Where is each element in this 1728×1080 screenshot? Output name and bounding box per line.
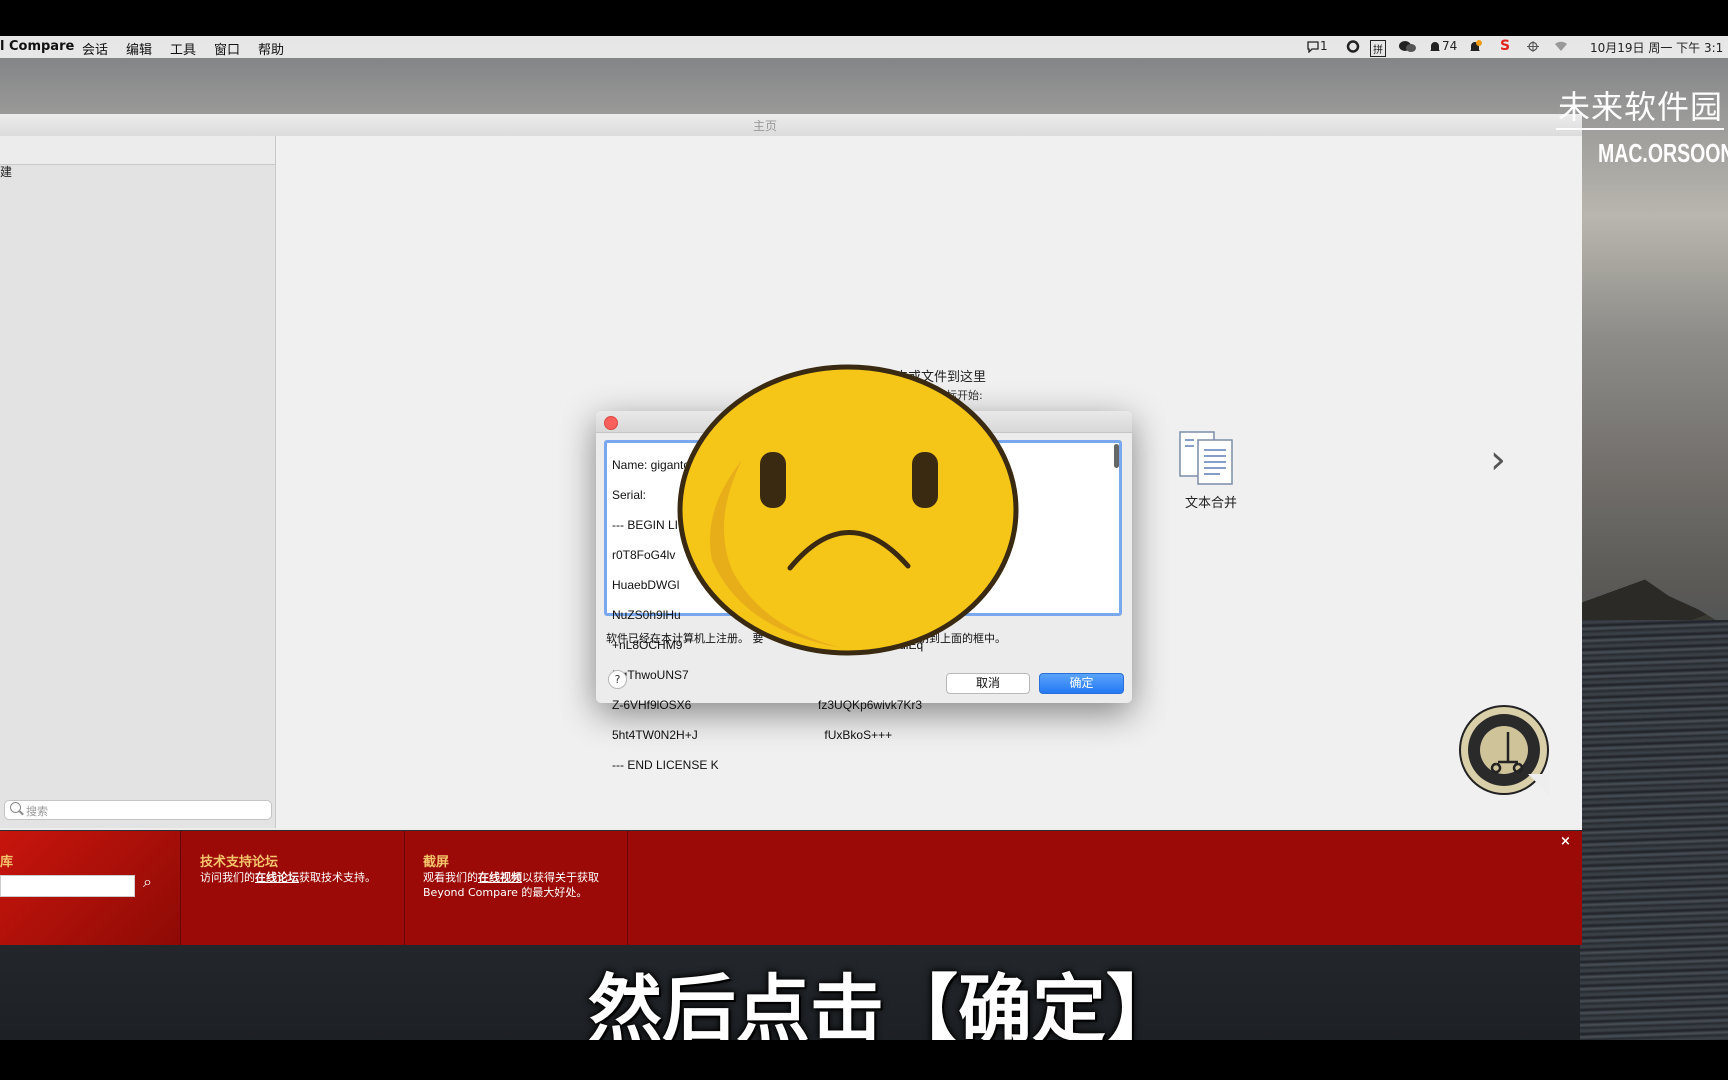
screenshot-title: 截屏 (423, 855, 450, 870)
input-method-icon[interactable]: 拼 (1370, 40, 1386, 57)
search-placeholder: 搜索 (26, 805, 48, 818)
menu-bar: l Compare 会话 编辑 工具 窗口 帮助 1 拼 74 S 10月19日… (0, 36, 1728, 58)
messages-status[interactable]: 1 (1306, 39, 1328, 53)
chat-bubble-icon (1307, 41, 1319, 53)
license-line: --- END LICENSE K (612, 758, 719, 772)
menu-item-tools[interactable]: 工具 (170, 39, 196, 58)
search-icon[interactable]: ⌕ (143, 872, 152, 892)
messages-count: 1 (1320, 39, 1328, 53)
screen-text-lead: 观看我们的 (423, 871, 478, 884)
forum-text-lead: 访问我们的 (200, 871, 255, 884)
window-title: 主页 (752, 119, 777, 133)
banner-divider (180, 831, 181, 945)
sidebar (0, 136, 276, 828)
notification-count: 74 (1442, 39, 1458, 53)
wechat-icon[interactable] (1398, 39, 1418, 53)
online-forum-link[interactable]: 在线论坛 (255, 871, 299, 884)
bell-icon (1430, 42, 1440, 51)
banner-close-button[interactable]: × (1560, 834, 1571, 849)
license-line: RqThwoUNS7 (612, 668, 689, 682)
menu-item-window[interactable]: 窗口 (214, 39, 240, 58)
menu-item-help[interactable]: 帮助 (258, 39, 284, 58)
knowledge-base-title: 库 (0, 855, 14, 870)
watermark-english: MAC.ORSOON (1598, 138, 1728, 168)
text-merge-icon[interactable] (1178, 428, 1236, 488)
notification-bell-icon[interactable] (1468, 39, 1482, 53)
banner-divider (404, 831, 405, 945)
video-letterbox-top (0, 0, 1728, 36)
support-forum-text: 访问我们的在线论坛获取技术支持。 (200, 870, 380, 885)
banner-divider (627, 831, 628, 945)
clock-datetime[interactable]: 10月19日 周一 下午 3:1 (1590, 39, 1723, 56)
menu-app-name[interactable]: l Compare (0, 39, 74, 54)
watermark-chinese: 未来软件园 (1558, 88, 1724, 126)
license-line: Z-6VHf9lOSX6 fz3UQKp6wivk7Kr3 (612, 698, 923, 712)
knowledge-base-search-input[interactable] (0, 875, 135, 897)
sad-face-emoji-overlay (677, 364, 1019, 656)
info-banner (0, 831, 1582, 945)
help-button[interactable]: ? (608, 670, 627, 689)
network-icon[interactable] (1526, 39, 1540, 53)
sidebar-item-new[interactable]: 建 (0, 163, 12, 180)
qq-status[interactable]: 74 (1428, 39, 1457, 53)
forum-text-tail: 获取技术支持。 (299, 871, 376, 884)
wifi-icon[interactable] (1554, 39, 1568, 53)
menu-item-edit[interactable]: 编辑 (126, 39, 152, 58)
screenshot-text: 观看我们的在线视频以获得关于获取 Beyond Compare 的最大好处。 (423, 870, 603, 900)
circle-app-icon[interactable] (1346, 39, 1360, 53)
dialog-close-button[interactable] (604, 416, 618, 430)
cancel-button[interactable]: 取消 (946, 673, 1030, 694)
video-letterbox-bottom (0, 1040, 1728, 1080)
text-merge-label[interactable]: 文本合并 (1178, 492, 1244, 511)
online-video-link[interactable]: 在线视频 (478, 871, 522, 884)
watermark-divider (1556, 128, 1724, 130)
menu-item-session[interactable]: 会话 (82, 39, 108, 58)
support-forum-title: 技术支持论坛 (200, 855, 279, 870)
license-scrollbar[interactable] (1114, 444, 1119, 468)
quality-seal-logo (1459, 705, 1550, 796)
license-line: 5ht4TW0N2H+J fUxBkoS+++ (612, 728, 893, 742)
s-app-icon[interactable]: S (1500, 38, 1510, 54)
sidebar-header (0, 136, 275, 165)
chevron-right-icon[interactable]: › (1490, 440, 1506, 480)
ok-button[interactable]: 确定 (1039, 673, 1124, 694)
